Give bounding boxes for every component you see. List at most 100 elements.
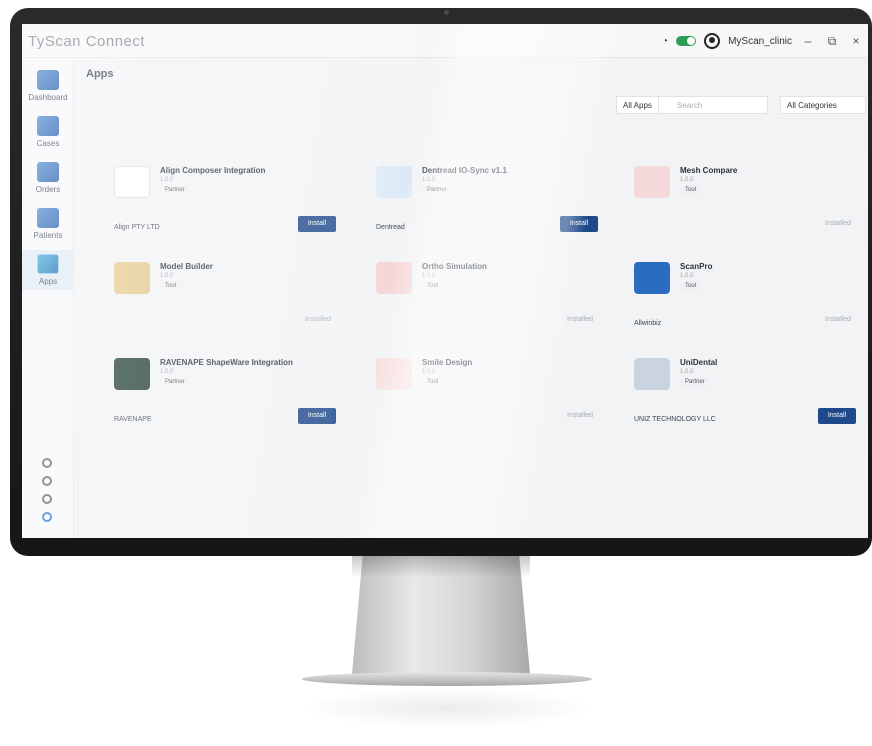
online-toggle[interactable]: [676, 36, 697, 46]
app-card[interactable]: UniDental 1.0.0 Partner UNIZ TECHNOLOGY …: [622, 350, 868, 438]
app-tag: Partner: [680, 378, 710, 386]
app-card[interactable]: Model Builder 1.0.0 Tool Installed: [102, 254, 352, 342]
apps-icon: [37, 254, 59, 274]
help-icon[interactable]: [42, 512, 52, 522]
app-tag: Tool: [422, 282, 444, 290]
app-card[interactable]: Dentread IO-Sync v1.1 1.0.0 Partner Dent…: [364, 158, 614, 246]
app-tag: Tool: [422, 378, 444, 386]
sidebar-item-label: Apps: [38, 277, 58, 286]
title-bar: TyScan Connect ◔ MyScan_clinic – ⧉ ×: [22, 24, 868, 58]
app-vendor: Dentread: [376, 224, 405, 231]
user-avatar-icon[interactable]: [704, 33, 721, 49]
app-version: 1.0.0: [680, 177, 694, 183]
ravenape-logo-icon: [114, 358, 150, 390]
page-title: Apps: [86, 68, 114, 80]
app-name: ScanPro: [680, 262, 713, 271]
sidebar: Dashboard Cases Orders Patients Apps: [22, 58, 74, 538]
app-card[interactable]: ScanPro 1.0.0 Tool Allwinbiz Installed: [622, 254, 868, 342]
minimize-button[interactable]: –: [800, 34, 816, 48]
app-version: 1.0.0: [160, 177, 174, 183]
sidebar-item-dashboard[interactable]: Dashboard: [22, 70, 74, 102]
app-name: UniDental: [680, 358, 718, 367]
cases-icon: [37, 116, 59, 136]
patients-icon: [37, 208, 59, 228]
smile-design-logo-icon: [376, 358, 412, 390]
apps-filter-select[interactable]: All Apps: [617, 97, 659, 113]
sidebar-item-apps[interactable]: Apps: [22, 250, 74, 290]
app-version: 1.0.0: [422, 273, 436, 279]
app-version: 1.0.0: [680, 273, 694, 279]
app-card[interactable]: Smile Design 1.0.0 Tool Installed: [364, 350, 614, 438]
webcam-dot: [444, 10, 449, 15]
app-vendor: UNIZ TECHNOLOGY LLC: [634, 416, 716, 423]
monitor-stage: TyScan Connect ◔ MyScan_clinic – ⧉ × Das…: [0, 0, 872, 746]
app-version: 1.0.0: [422, 177, 436, 183]
orders-icon: [37, 162, 59, 182]
app-tag: Tool: [160, 282, 182, 290]
globe-icon[interactable]: [42, 476, 52, 486]
connection-status-icon: ◔: [662, 35, 669, 47]
app-card[interactable]: Mesh Compare 1.0.0 Tool Installed: [622, 158, 868, 246]
installed-status: Installed: [566, 316, 594, 323]
install-button[interactable]: Install: [298, 216, 336, 232]
installed-status: Installed: [824, 220, 852, 227]
monitor-stand-base: [302, 672, 592, 686]
app-card[interactable]: Align Composer Integration 1.0.0 Partner…: [102, 158, 352, 246]
app-vendor: RAVENAPE: [114, 416, 152, 423]
dashboard-icon: [37, 70, 59, 90]
close-button[interactable]: ×: [848, 34, 864, 48]
app-tag: Partner: [160, 378, 190, 386]
app-tag: Partner: [160, 186, 190, 194]
app-window: TyScan Connect ◔ MyScan_clinic – ⧉ × Das…: [22, 24, 868, 538]
app-card[interactable]: Ortho Simulation 1.0.0 Tool Installed: [364, 254, 614, 342]
app-name: Align Composer Integration: [160, 166, 266, 175]
install-button[interactable]: Install: [818, 408, 856, 424]
app-title: TyScan Connect: [28, 33, 146, 50]
maximize-button[interactable]: ⧉: [824, 34, 840, 49]
installed-status: Installed: [824, 316, 852, 323]
dentread-logo-icon: [376, 166, 412, 198]
install-button[interactable]: Install: [298, 408, 336, 424]
app-name: Smile Design: [422, 358, 473, 367]
mesh-compare-logo-icon: [634, 166, 670, 198]
monitor-base-reflection: [300, 688, 594, 728]
settings-icon[interactable]: [42, 458, 52, 468]
sidebar-item-cases[interactable]: Cases: [22, 116, 74, 148]
user-name[interactable]: MyScan_clinic: [728, 36, 792, 47]
monitor-stand-shadow: [352, 556, 530, 578]
ortho-simulation-logo-icon: [376, 262, 412, 294]
sidebar-item-label: Dashboard: [28, 93, 68, 102]
sidebar-item-orders[interactable]: Orders: [22, 162, 74, 194]
sidebar-item-label: Orders: [35, 185, 61, 194]
unidental-logo-icon: [634, 358, 670, 390]
app-tag: Tool: [680, 186, 702, 194]
sidebar-item-patients[interactable]: Patients: [22, 208, 74, 240]
app-name: Ortho Simulation: [422, 262, 487, 271]
installed-status: Installed: [304, 316, 332, 323]
scanpro-logo-icon: [634, 262, 670, 294]
app-vendor: Align PTY LTD: [114, 224, 160, 231]
app-version: 1.0.0: [422, 369, 436, 375]
install-button[interactable]: Install: [560, 216, 598, 232]
align-logo-icon: [114, 166, 150, 198]
apps-filter-bar: All Apps Search: [616, 96, 768, 114]
search-input[interactable]: Search: [659, 101, 702, 110]
info-icon[interactable]: [42, 494, 52, 504]
category-filter-select[interactable]: All Categories: [780, 96, 866, 114]
installed-status: Installed: [566, 412, 594, 419]
app-version: 1.0.0: [160, 273, 174, 279]
app-name: RAVENAPE ShapeWare Integration: [160, 358, 293, 367]
app-name: Model Builder: [160, 262, 213, 271]
main-content: Apps All Apps Search All Categories Alig…: [74, 58, 868, 538]
sidebar-item-label: Cases: [36, 139, 60, 148]
app-vendor: Allwinbiz: [634, 320, 662, 327]
app-name: Mesh Compare: [680, 166, 738, 175]
app-version: 1.0.0: [160, 369, 174, 375]
app-name: Dentread IO-Sync v1.1: [422, 166, 507, 175]
app-tag: Tool: [680, 282, 702, 290]
title-bar-controls: ◔ MyScan_clinic – ⧉ ×: [662, 31, 864, 51]
app-card[interactable]: RAVENAPE ShapeWare Integration 1.0.0 Par…: [102, 350, 352, 438]
model-builder-logo-icon: [114, 262, 150, 294]
app-version: 1.0.0: [680, 369, 694, 375]
sidebar-item-label: Patients: [33, 231, 63, 240]
